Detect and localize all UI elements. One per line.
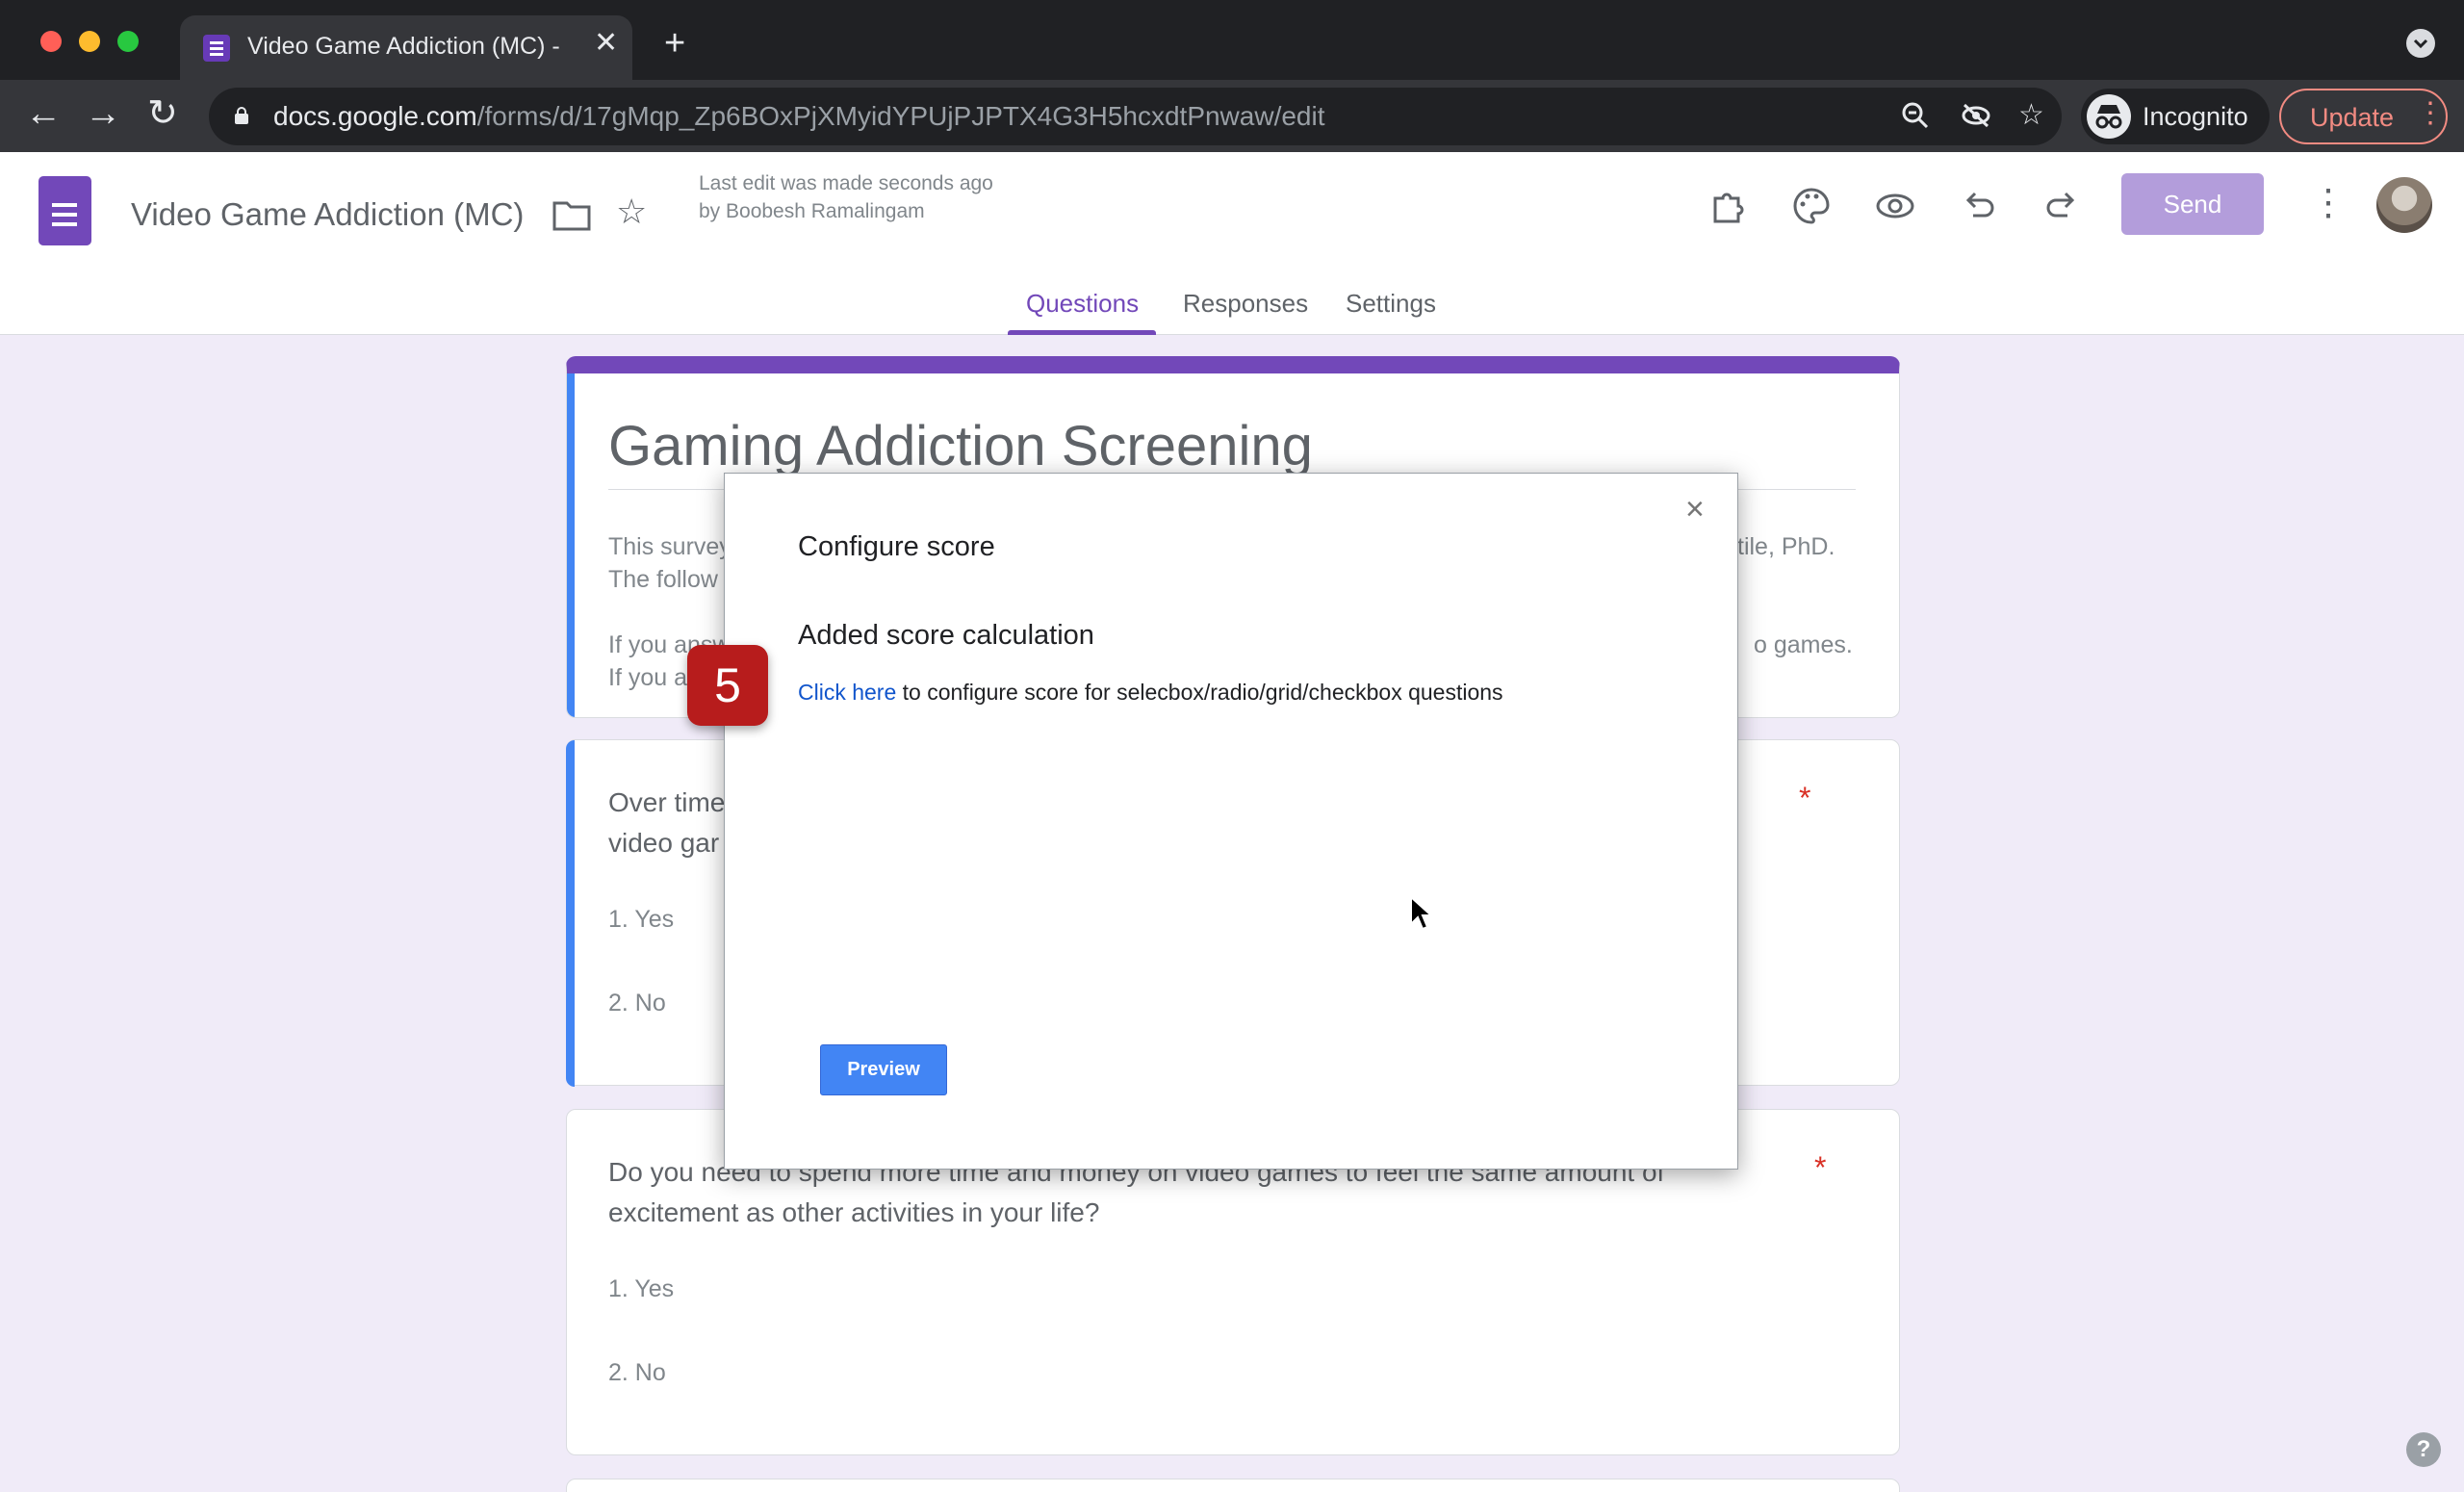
add-ons-puzzle-icon[interactable] (1709, 187, 1748, 232)
document-title[interactable]: Video Game Addiction (MC) (131, 196, 524, 233)
required-asterisk: * (1814, 1150, 1827, 1185)
address-bar[interactable]: docs.google.com/forms/d/17gMqp_Zp6BOxPjX… (209, 88, 2062, 145)
question-text: excitement as other activities in your l… (608, 1197, 1100, 1227)
incognito-label: Incognito (2143, 102, 2248, 131)
configure-score-dialog: × Configure score Added score calculatio… (724, 473, 1738, 1170)
preview-eye-icon[interactable] (1875, 187, 1915, 232)
tab-settings[interactable]: Settings (1346, 289, 1436, 319)
form-description-line: The follow (608, 566, 718, 593)
reload-icon[interactable]: ↻ (147, 95, 178, 132)
option-no[interactable]: 2. No (608, 1359, 666, 1387)
mouse-cursor-icon (1410, 895, 1434, 931)
question-card[interactable] (566, 1479, 1900, 1492)
forward-icon[interactable]: → (85, 95, 121, 132)
click-here-link[interactable]: Click here (798, 680, 896, 705)
minimize-window-button[interactable] (79, 31, 100, 52)
tab-close-icon[interactable]: ✕ (594, 29, 618, 58)
preview-button[interactable]: Preview (820, 1044, 947, 1095)
question-text: video gar (608, 828, 720, 858)
bookmark-star-icon[interactable]: ☆ (2018, 101, 2044, 130)
account-avatar[interactable] (2376, 177, 2432, 233)
eye-off-icon[interactable] (1961, 101, 1991, 136)
close-window-button[interactable] (40, 31, 62, 52)
browser-tab-title: Video Game Addiction (MC) - Google Forms (247, 33, 565, 60)
incognito-icon (2087, 94, 2131, 139)
form-description-line: o games. (1754, 631, 1853, 658)
update-button[interactable]: Update ⋮ (2279, 89, 2448, 144)
tab-questions[interactable]: Questions (1026, 289, 1139, 319)
active-tab-indicator (1008, 330, 1156, 335)
customize-theme-palette-icon[interactable] (1792, 187, 1831, 232)
close-icon[interactable]: × (1685, 493, 1705, 526)
star-icon[interactable]: ☆ (616, 194, 647, 229)
tab-search-chevron-icon[interactable] (2406, 29, 2435, 58)
required-asterisk: * (1799, 781, 1811, 815)
zoom-icon[interactable] (1901, 101, 1930, 136)
step-number-badge: 5 (687, 645, 768, 726)
active-card-indicator (566, 740, 575, 1087)
form-title[interactable]: Gaming Addiction Screening (608, 414, 1313, 478)
google-forms-logo-icon[interactable] (38, 176, 91, 245)
back-icon[interactable]: ← (25, 95, 62, 132)
option-yes[interactable]: 1. Yes (608, 906, 674, 934)
last-edit-status[interactable]: Last edit was made seconds ago by Boobes… (699, 169, 1007, 225)
more-options-icon[interactable]: ⋮ (2310, 185, 2347, 221)
forms-header: Video Game Addiction (MC) ☆ Last edit wa… (0, 152, 2464, 335)
redo-icon[interactable] (2044, 187, 2079, 228)
browser-tab-bar: Video Game Addiction (MC) - Google Forms… (0, 0, 2464, 80)
new-tab-icon[interactable]: + (664, 25, 685, 62)
undo-icon[interactable] (1962, 187, 1996, 228)
instruction-text: to configure score for selecbox/radio/gr… (896, 680, 1503, 705)
question-text: Over time (608, 787, 726, 817)
form-description-line: tile, PhD. (1737, 533, 1835, 560)
send-button[interactable]: Send (2121, 173, 2264, 235)
browser-tab-active[interactable]: Video Game Addiction (MC) - Google Forms… (180, 15, 632, 80)
dialog-subtitle: Added score calculation (798, 620, 1094, 651)
form-description-line: This survey (608, 533, 732, 560)
update-label: Update (2310, 103, 2395, 132)
help-icon[interactable]: ? (2406, 1432, 2441, 1467)
form-description-line: If you a (608, 664, 687, 691)
incognito-indicator[interactable]: Incognito (2081, 89, 2270, 144)
url-text: docs.google.com/forms/d/17gMqp_Zp6BOxPjX… (273, 101, 1325, 131)
active-card-indicator (567, 373, 575, 717)
option-no[interactable]: 2. No (608, 990, 666, 1017)
configure-instruction: Click here to configure score for selecb… (798, 680, 1503, 706)
option-yes[interactable]: 1. Yes (608, 1275, 674, 1303)
forms-favicon-icon (203, 35, 230, 62)
tab-responses[interactable]: Responses (1183, 289, 1308, 319)
browser-toolbar: ← → ↻ docs.google.com/forms/d/17gMqp_Zp6… (0, 80, 2464, 152)
move-to-folder-icon[interactable] (552, 198, 591, 237)
maximize-window-button[interactable] (117, 31, 139, 52)
dialog-title: Configure score (798, 531, 995, 562)
browser-menu-icon[interactable]: ⋮ (2416, 99, 2445, 128)
lock-icon (235, 107, 248, 124)
